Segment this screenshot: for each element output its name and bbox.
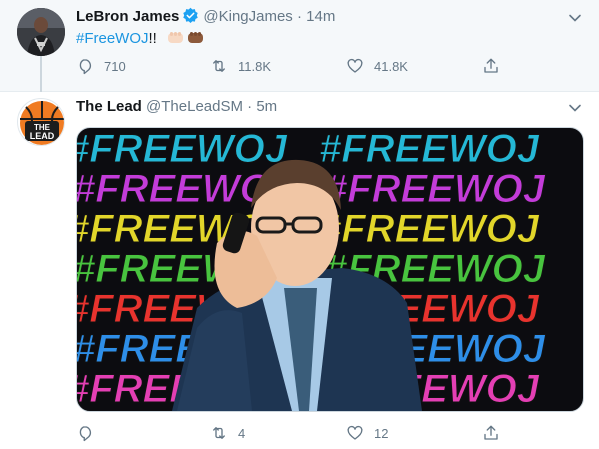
retweet-button[interactable]: 11.8K — [210, 57, 271, 75]
timestamp[interactable]: 14m — [306, 8, 335, 25]
like-count: 12 — [374, 425, 389, 441]
tweet-header: The Lead @TheLeadSM · 5m — [76, 97, 277, 117]
avatar[interactable]: THE LEAD — [17, 98, 65, 146]
share-button[interactable] — [482, 424, 500, 442]
share-button[interactable] — [482, 57, 500, 75]
reply-button[interactable] — [76, 424, 104, 442]
like-button[interactable]: 41.8K — [346, 57, 408, 75]
chevron-down-icon[interactable] — [567, 10, 583, 26]
freewoj-stripe-text: #FREEWOJ — [77, 128, 288, 171]
reply-icon — [79, 59, 92, 75]
freewoj-stripe-text: #FREEWOJ — [319, 207, 540, 251]
display-name[interactable]: The Lead — [76, 98, 142, 115]
heart-icon — [347, 58, 363, 73]
tweet-text-suffix: !! — [148, 30, 157, 47]
freewoj-stripe-text: #FREEWOJ — [319, 128, 540, 171]
share-icon — [484, 425, 498, 440]
retweet-count: 4 — [238, 425, 246, 441]
retweet-button[interactable]: 4 — [210, 424, 245, 442]
tweet-text: #FreeWOJ!! — [76, 29, 205, 53]
like-count: 41.8K — [374, 58, 408, 74]
tweet-header: LeBron James @KingJames · 14m — [76, 7, 335, 30]
tweet-the-lead[interactable]: THE LEAD The Lead @TheLeadSM · 5m #FREEW… — [0, 92, 599, 449]
user-handle[interactable]: @TheLeadSM — [146, 98, 243, 115]
tweet-media-image[interactable]: #FREEWOJ #FREEWOJ #FREEWOJ #FREEWOJ #FREEWOJ… — [76, 127, 584, 412]
reply-count: 710 — [104, 58, 126, 74]
timestamp[interactable]: 5m — [256, 98, 277, 115]
retweet-icon — [213, 60, 225, 72]
share-icon — [484, 58, 498, 73]
fist-bump-emoji-icon — [167, 29, 205, 53]
avatar-image — [17, 8, 65, 56]
user-handle[interactable]: @KingJames — [203, 8, 292, 25]
hashtag-link[interactable]: #FreeWOJ — [76, 30, 149, 47]
verified-badge-icon — [182, 7, 199, 30]
tweet-actions: 4 12 — [76, 424, 506, 444]
chevron-down-icon[interactable] — [567, 100, 583, 116]
tweet-actions: 710 11.8K 41.8K — [76, 57, 506, 77]
reply-button[interactable]: 710 — [76, 57, 126, 75]
basketball-logo-icon: THE LEAD — [20, 101, 64, 145]
tweet-lebron[interactable]: LeBron James @KingJames · 14m #FreeWOJ!! … — [0, 0, 599, 92]
retweet-icon — [213, 427, 225, 439]
svg-text:LEAD: LEAD — [30, 131, 55, 141]
avatar[interactable] — [17, 8, 65, 56]
retweet-count: 11.8K — [238, 58, 272, 74]
separator-dot: · — [296, 8, 302, 25]
freewoj-stripe-text: #FREEWOJ — [325, 167, 546, 211]
display-name[interactable]: LeBron James — [76, 8, 179, 25]
thread-connector — [40, 52, 42, 92]
freewoj-poster: #FREEWOJ #FREEWOJ#FREEWOJ #FREEWOJ#FREEWOJ… — [77, 128, 546, 411]
reply-icon — [79, 426, 92, 442]
separator-dot: · — [247, 98, 253, 115]
like-button[interactable]: 12 — [346, 424, 388, 442]
heart-icon — [347, 425, 363, 440]
